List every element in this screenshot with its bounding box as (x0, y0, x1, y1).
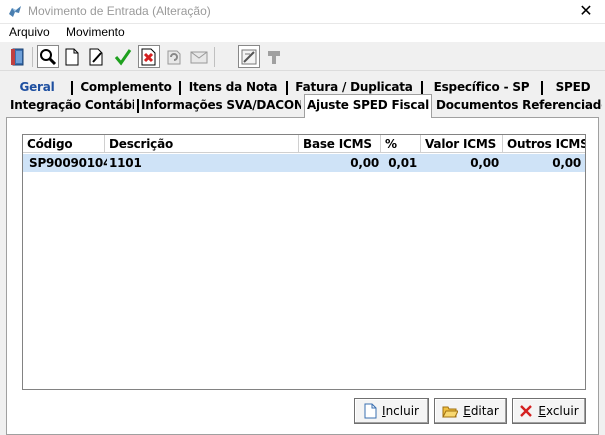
stamp-button[interactable] (263, 45, 285, 68)
close-window-button[interactable]: ✕ (579, 2, 593, 20)
toolbar-separator (214, 47, 215, 67)
tab-geral[interactable]: Geral (6, 79, 68, 97)
column-header-percent[interactable]: % (381, 135, 421, 153)
exit-door-icon (11, 48, 24, 65)
column-header-base-icms[interactable]: Base ICMS (299, 135, 381, 153)
incluir-button[interactable]: Incluir (354, 398, 429, 424)
ajuste-grid[interactable]: Código Descrição Base ICMS % Valor ICMS … (22, 134, 586, 390)
menu-movimento[interactable]: Movimento (66, 25, 125, 39)
cell-valor-icms: 0,00 (470, 156, 499, 170)
incluir-label: Incluir (382, 404, 419, 418)
stamp-icon (268, 50, 280, 64)
excluir-label: Excluir (538, 404, 579, 418)
tab-documentos-referenciados[interactable]: Documentos Referenciados (436, 97, 602, 115)
confirm-check-icon (114, 48, 132, 65)
title-bar: Movimento de Entrada (Alteração) ✕ (0, 0, 605, 24)
refresh-icon (167, 50, 181, 64)
tab-itens-da-nota[interactable]: Itens da Nota (183, 79, 283, 97)
confirm-button[interactable] (112, 45, 134, 68)
email-button[interactable] (188, 45, 210, 68)
cell-percent: 0,01 (388, 156, 417, 170)
toolbar (0, 43, 605, 71)
tab-strip: Geral Complemento Itens da Nota Fatura /… (0, 76, 605, 118)
search-icon (40, 48, 57, 65)
new-button[interactable] (61, 45, 83, 68)
delete-x-icon (520, 405, 533, 417)
delete-button[interactable] (138, 45, 160, 68)
window-title: Movimento de Entrada (Alteração) (28, 4, 211, 18)
tab-divider (71, 81, 73, 95)
tab-divider (137, 99, 139, 113)
tab-divider (421, 81, 423, 95)
menu-bar: Arquivo Movimento (0, 24, 605, 42)
app-logo-icon (9, 6, 21, 17)
column-header-codigo[interactable]: Código (23, 135, 105, 153)
email-icon (190, 51, 208, 63)
tab-divider (286, 81, 288, 95)
signature-button[interactable] (238, 45, 260, 68)
tab-especifico-sp[interactable]: Específico - SP (425, 79, 538, 97)
tab-complemento[interactable]: Complemento (75, 79, 177, 97)
table-row[interactable]: SP90090104 1101 0,00 0,01 0,00 0,00 (23, 154, 585, 172)
cell-codigo: SP90090104 (29, 156, 107, 170)
excluir-button[interactable]: Excluir (512, 398, 586, 424)
search-button[interactable] (37, 45, 59, 68)
signature-certificate-icon (241, 49, 257, 64)
column-header-valor-icms[interactable]: Valor ICMS (421, 135, 503, 153)
folder-open-icon (442, 406, 459, 418)
toolbar-separator (32, 47, 33, 67)
tab-divider (541, 81, 543, 95)
cell-outros-icms: 0,00 (552, 156, 581, 170)
editar-label: Editar (463, 404, 499, 418)
column-header-outros-icms[interactable]: Outros ICMS (503, 135, 585, 153)
edit-document-icon (89, 48, 103, 65)
delete-document-icon (141, 48, 156, 65)
editar-button[interactable]: Editar (434, 398, 507, 424)
tab-sped[interactable]: SPED (545, 79, 601, 97)
refresh-button[interactable] (163, 45, 185, 68)
tab-informacoes-sva-dacon[interactable]: Informações SVA/DACON (141, 97, 301, 115)
new-document-icon (364, 403, 377, 419)
grid-header: Código Descrição Base ICMS % Valor ICMS … (23, 135, 585, 153)
exit-button[interactable] (7, 45, 29, 68)
new-document-icon (65, 48, 79, 65)
tab-divider (179, 81, 181, 95)
tab-ajuste-sped-fiscal[interactable]: Ajuste SPED Fiscal (304, 94, 432, 118)
cell-base-icms: 0,00 (350, 156, 379, 170)
cell-descricao: 1101 (109, 156, 142, 170)
column-header-descricao[interactable]: Descrição (105, 135, 299, 153)
menu-arquivo[interactable]: Arquivo (9, 25, 50, 39)
edit-button[interactable] (86, 45, 108, 68)
tab-integracao-contabil[interactable]: Integração Contábil (10, 97, 134, 115)
